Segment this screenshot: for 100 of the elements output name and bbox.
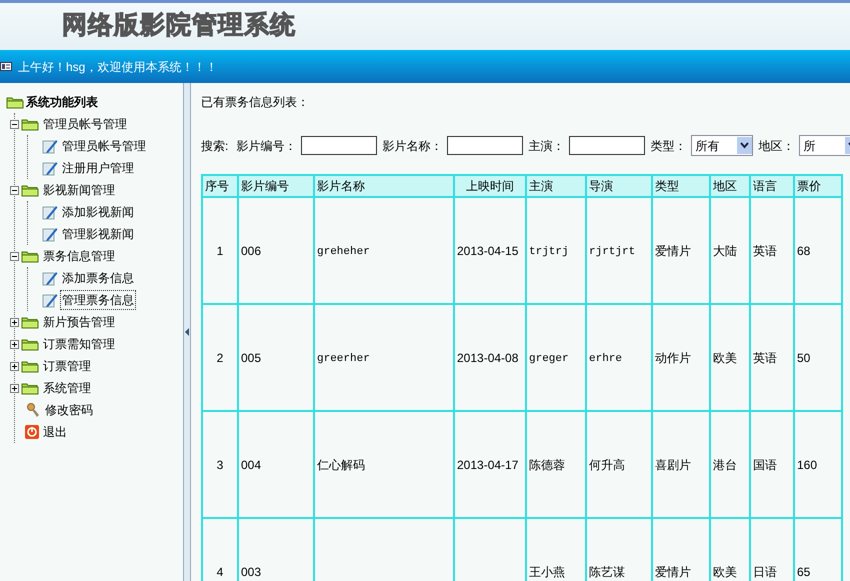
expand-icon[interactable]: [10, 340, 19, 348]
folder-icon: [21, 382, 39, 394]
menu-item[interactable]: 管理影视新闻: [60, 224, 136, 244]
column-header: 语言: [750, 175, 794, 197]
menu-item[interactable]: 修改密码: [43, 400, 95, 420]
menu-item[interactable]: 订票需知管理: [41, 334, 117, 354]
table-cell: 2: [216, 350, 224, 364]
table-cell: 68: [797, 244, 810, 258]
folder-icon: [21, 250, 39, 262]
text-field[interactable]: [447, 136, 524, 155]
table-cell: 160: [797, 458, 818, 472]
table-cell: 仁心解码: [317, 458, 365, 472]
text-field[interactable]: [301, 136, 378, 155]
greeting-text: 上午好！hsg，欢迎使用本系统！！！: [18, 58, 218, 76]
search-label: 搜索:: [201, 138, 228, 154]
column-header: 票价: [794, 175, 842, 197]
menu-item[interactable]: 影视新闻管理: [41, 180, 117, 200]
exit-icon[interactable]: [25, 425, 39, 439]
table-cell: 港台: [713, 458, 737, 472]
card-icon: [0, 62, 12, 71]
pencil-note-icon: [42, 270, 58, 286]
table-cell: 004: [241, 458, 262, 472]
table-cell: greheher: [317, 246, 370, 258]
table-cell: 陈德蓉: [529, 458, 565, 472]
folder-icon: [21, 118, 39, 130]
table-cell: 欧美: [713, 564, 737, 578]
menu-item[interactable]: 管理员帐号管理: [41, 114, 129, 134]
text-field[interactable]: [569, 136, 646, 155]
section-heading: 已有票务信息列表：: [201, 94, 310, 111]
table-cell: 005: [241, 350, 262, 364]
app-title: 网络版影院管理系统: [62, 10, 296, 39]
menu-item[interactable]: 订票管理: [41, 356, 93, 376]
folder-icon: [21, 360, 39, 372]
pencil-note-icon: [42, 292, 58, 308]
table-cell: 1: [216, 244, 224, 258]
table-cell: 国语: [753, 458, 777, 472]
menu-item[interactable]: 注册用户管理: [60, 158, 136, 178]
table-cell: 欧美: [713, 350, 737, 364]
filter-label: 地区：: [758, 138, 794, 154]
table-cell: 爱情片: [655, 564, 691, 578]
table-cell: 王小燕: [529, 564, 565, 578]
folder-icon: [6, 96, 24, 108]
expand-icon[interactable]: [10, 362, 19, 370]
table-cell: 陈艺谋: [589, 564, 625, 578]
menu-item[interactable]: 退出: [41, 422, 69, 442]
column-header: 地区: [710, 175, 750, 197]
table-cell: 英语: [753, 244, 777, 258]
table-cell: greger: [529, 352, 569, 365]
table-cell: 何升高: [589, 458, 625, 472]
pencil-note-icon: [42, 226, 58, 242]
table-cell: erhre: [589, 352, 622, 365]
column-header: 上映时间: [454, 175, 526, 197]
column-header: 导演: [586, 175, 652, 197]
table-cell: 3: [216, 458, 224, 472]
table-cell: 日语: [753, 564, 777, 578]
table-cell: 英语: [753, 350, 777, 364]
table-cell: rjrtjrt: [589, 246, 636, 258]
table-cell: 爱情片: [655, 244, 691, 258]
table-cell: 50: [797, 350, 810, 364]
expand-icon[interactable]: [10, 384, 19, 392]
folder-icon: [21, 338, 39, 350]
table-cell: 006: [241, 244, 262, 258]
table-cell: 4: [216, 564, 224, 578]
filter-label: 类型：: [650, 138, 686, 154]
column-header: 影片编号: [238, 175, 314, 197]
menu-item[interactable]: 管理票务信息: [60, 290, 136, 310]
dropdown-field[interactable]: 所: [799, 135, 850, 156]
collapse-icon[interactable]: [10, 120, 19, 128]
menu-item[interactable]: 票务信息管理: [41, 246, 117, 266]
table-cell: 动作片: [655, 350, 691, 364]
table-cell: 003: [241, 564, 262, 578]
folder-icon: [21, 316, 39, 328]
table-cell: trjtrj: [529, 246, 569, 258]
table-cell: 65: [797, 564, 810, 578]
dropdown-field[interactable]: 所有: [691, 135, 754, 156]
column-header: 主演: [526, 175, 586, 197]
menu-item[interactable]: 添加票务信息: [60, 268, 136, 288]
collapse-icon[interactable]: [10, 186, 19, 194]
pencil-note-icon: [42, 204, 58, 220]
menu-item[interactable]: 系统管理: [41, 378, 93, 398]
collapse-icon[interactable]: [10, 252, 19, 260]
menu-item[interactable]: 新片预告管理: [41, 312, 117, 332]
table-cell: 2013-04-15: [457, 244, 518, 258]
filter-label: 主演：: [528, 138, 564, 154]
table-cell: 喜剧片: [655, 458, 691, 472]
table-cell: greerher: [317, 352, 370, 365]
table-cell: 2013-04-08: [457, 350, 518, 364]
menu-item[interactable]: 添加影视新闻: [60, 202, 136, 222]
column-header: 影片名称: [314, 175, 454, 197]
column-header: 类型: [652, 175, 710, 197]
menu-item[interactable]: 管理员帐号管理: [60, 136, 148, 156]
filter-label: 影片名称：: [382, 138, 442, 154]
table-cell: 大陆: [713, 244, 737, 258]
column-header: 序号: [202, 175, 238, 197]
collapse-arrow-icon[interactable]: [185, 328, 189, 336]
expand-icon[interactable]: [10, 318, 19, 326]
tree-root-label: 系统功能列表: [26, 94, 98, 111]
pencil-note-icon: [42, 160, 58, 176]
table-cell: 2013-04-17: [457, 458, 518, 472]
folder-icon: [21, 184, 39, 196]
